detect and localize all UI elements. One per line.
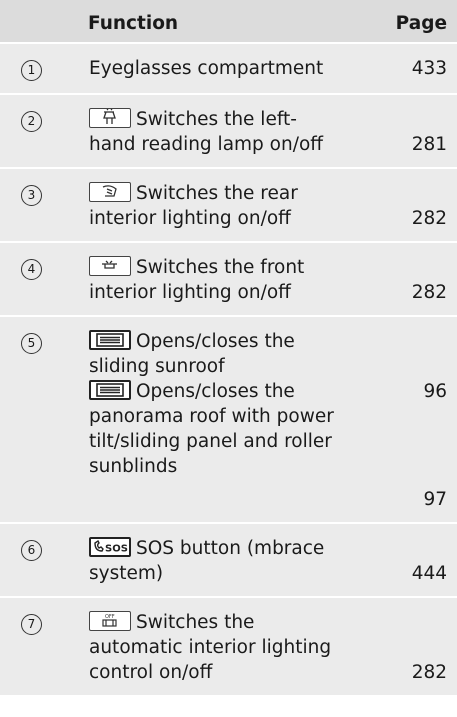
function-table-page: Function Page 1 Eyeglasses compartment 4…: [0, 0, 457, 717]
function-text: sliding sunroof: [89, 356, 225, 377]
function-text: sunblinds: [89, 456, 178, 477]
reading-lamp-icon: [89, 108, 131, 128]
page-number: 281: [411, 134, 447, 155]
function-text: Eyeglasses compartment: [89, 58, 324, 79]
sos-button-icon: SOS: [89, 537, 131, 557]
item-number: 1: [21, 60, 42, 81]
item-number: 4: [21, 259, 42, 280]
function-text: Switches the left-: [136, 109, 297, 130]
page-number: 282: [411, 282, 447, 303]
function-text: system): [89, 563, 164, 584]
page-number: 282: [411, 662, 447, 683]
function-text: Opens/closes the: [136, 331, 295, 352]
off-icon-label: OFF: [105, 614, 115, 620]
function-table: Function Page 1 Eyeglasses compartment 4…: [0, 0, 457, 697]
function-text: SOS button (mbrace: [136, 538, 325, 559]
function-text: Opens/closes the: [136, 381, 295, 402]
function-text: Switches the: [136, 612, 255, 633]
rear-interior-light-icon: [89, 182, 131, 202]
page-number: 433: [411, 58, 447, 79]
table-row: 6 SOS SOS button (mbrace system) 444: [0, 523, 457, 597]
table-header-row: Function Page: [0, 0, 457, 43]
item-number: 6: [21, 540, 42, 561]
function-text: interior lighting on/off: [89, 282, 291, 303]
table-row: 5 Opens/closes the sliding sunroof Opens…: [0, 316, 457, 523]
number-header: [0, 0, 79, 43]
sliding-sunroof-icon: [89, 330, 131, 350]
page-number: 282: [411, 208, 447, 229]
front-interior-light-icon: [89, 256, 131, 276]
sos-icon-label: SOS: [105, 544, 128, 555]
page-number: 96: [423, 381, 447, 402]
page-header: Page: [387, 0, 457, 43]
item-number: 3: [21, 185, 42, 206]
function-text: Switches the front: [136, 257, 305, 278]
page-number: 97: [423, 489, 447, 510]
panorama-roof-icon: [89, 380, 131, 400]
table-row: 1 Eyeglasses compartment 433: [0, 43, 457, 94]
table-row: 7 OFF Switches the automatic interior lig…: [0, 597, 457, 696]
item-number: 5: [21, 333, 42, 354]
function-text: panorama roof with power: [89, 406, 334, 427]
function-text: automatic interior lighting: [89, 637, 332, 658]
item-number: 7: [21, 614, 42, 635]
automatic-lighting-off-icon: OFF: [89, 611, 131, 631]
function-text: interior lighting on/off: [89, 208, 291, 229]
function-text: hand reading lamp on/off: [89, 134, 324, 155]
table-row: 2 Switches the left- hand reading lamp o…: [0, 94, 457, 168]
table-row: 4 Switches the front interior lighting o…: [0, 242, 457, 316]
table-row: 3 Switches the rear interior lighting on…: [0, 168, 457, 242]
page-number: 444: [411, 563, 447, 584]
function-header: Function: [79, 0, 387, 43]
function-text: control on/off: [89, 662, 213, 683]
function-text: tilt/sliding panel and roller: [89, 431, 332, 452]
function-text: Switches the rear: [136, 183, 298, 204]
item-number: 2: [21, 111, 42, 132]
